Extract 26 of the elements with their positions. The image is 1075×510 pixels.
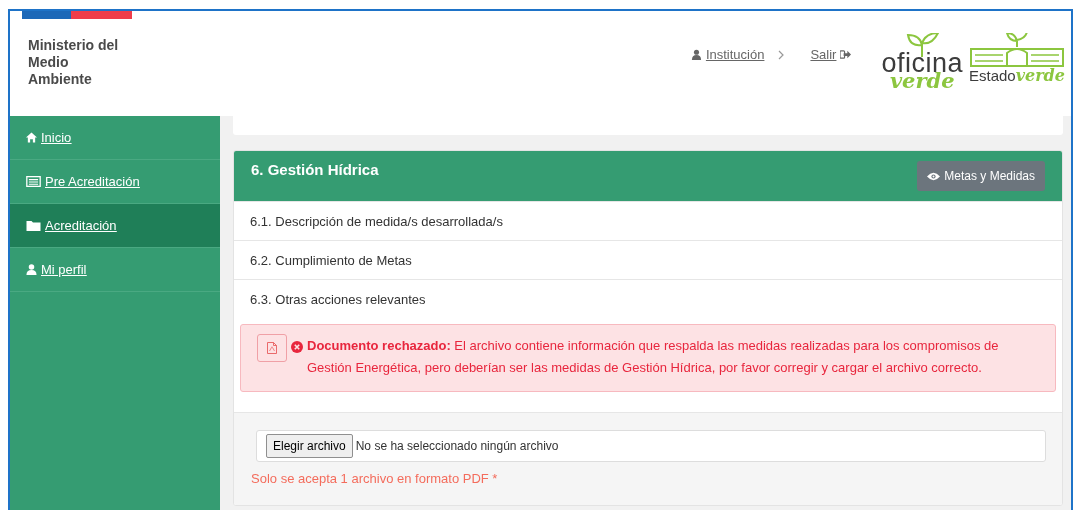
alert-message: Documento rechazado: El archivo contiene información que respalda las medidas realizadas para los compromisos de Gestión Energética, pero deberían ser las medidas de Gestión Hídrica, por favor corregir y cargar el archivo correcto. [307,337,1000,377]
choose-file-button[interactable]: Elegir archivo [266,434,353,458]
upload-hint: Solo se acepta 1 archivo en formato PDF * [251,471,499,486]
chevron-icon [778,49,785,60]
error-icon [291,341,303,353]
user-icon [26,264,37,275]
institution-link[interactable]: Institución [690,47,765,62]
folder-icon [26,220,41,231]
ministry-name: Ministerio del Medio Ambiente [28,37,120,88]
file-input[interactable]: Elegir archivo No se ha seleccionado ningún archivo [256,430,1046,462]
eye-icon [927,171,941,181]
logout-link[interactable]: Salir [810,47,852,62]
logout-icon [840,49,852,60]
section-item[interactable]: 6.2. Cumplimiento de Metas [234,240,1062,279]
list-icon [26,176,41,187]
sidebar-item[interactable]: Acreditación [10,204,220,248]
section-item[interactable]: 6.1. Descripción de medida/s desarrollada/s [234,201,1062,240]
oficina-verde-logo: oficina verde [881,33,963,91]
file-status: No se ha seleccionado ningún archivo [355,439,559,453]
pdf-file-icon[interactable] [257,334,287,362]
goals-button[interactable]: Metas y Medidas [917,161,1045,191]
user-icon [690,49,702,60]
section-title: 6. Gestión Hídrica [251,161,379,178]
section-item[interactable]: 6.3. Otras acciones relevantes [234,279,1062,318]
home-icon [26,132,37,143]
estado-verde-logo: Estadoverde [969,33,1065,91]
